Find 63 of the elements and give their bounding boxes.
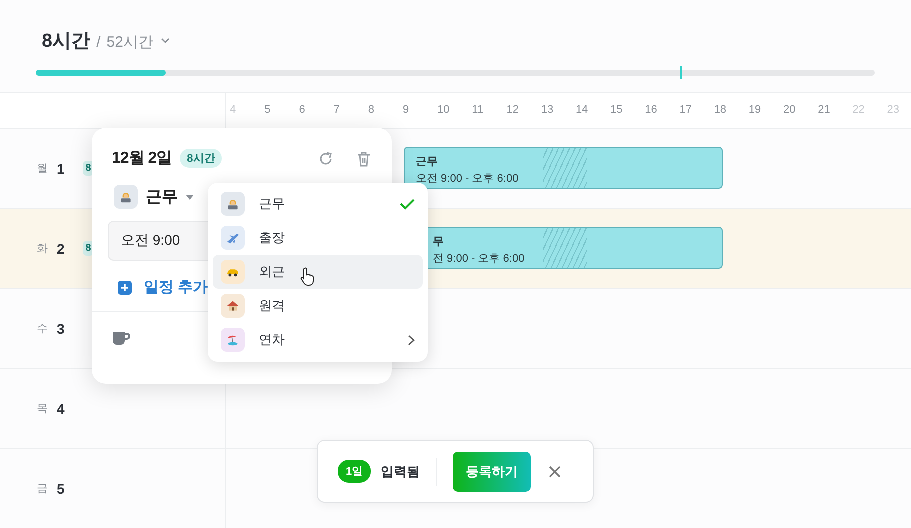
event-time: 오전 9:00 - 오후 6:00: [416, 172, 519, 186]
date-label: 5: [57, 480, 65, 496]
hour-label: 11: [471, 103, 485, 118]
menu-item[interactable]: 외근: [213, 255, 423, 289]
airplane-icon: [221, 226, 245, 250]
weekday-label: 수: [37, 322, 48, 336]
hour-label: 16: [644, 103, 658, 118]
hour-label: 23: [886, 103, 901, 118]
popover-date: 12월 2일: [112, 149, 172, 169]
date-label: 2: [57, 240, 65, 256]
hour-label: 4: [229, 103, 238, 118]
hour-label: 17: [678, 103, 693, 118]
hand-cursor-icon: [300, 267, 316, 287]
hour-label: 5: [264, 103, 272, 118]
hour-label: 10: [436, 103, 451, 118]
count-badge: 1일: [338, 460, 372, 483]
date-label: 4: [57, 400, 65, 416]
close-icon[interactable]: [549, 466, 562, 478]
hour-label: 9: [402, 103, 410, 118]
menu-item[interactable]: 원격: [213, 289, 423, 323]
hour-label: 6: [298, 103, 306, 118]
weekday-label: 목: [37, 402, 48, 416]
event-block[interactable]: 근무 오전 9:00 - 오후 6:00: [404, 147, 723, 189]
type-selector[interactable]: 근무: [114, 185, 194, 209]
hour-label: 14: [574, 103, 590, 118]
beach-icon: [221, 328, 245, 352]
plus-icon: [118, 280, 132, 294]
hatched-area: [543, 148, 587, 188]
hour-label: 7: [332, 103, 341, 118]
date-label: 3: [57, 320, 65, 336]
caret-icon: [186, 194, 194, 200]
weekday-label: 월: [37, 162, 48, 176]
menu-item[interactable]: 연차: [213, 323, 423, 357]
status-text: 입력됨: [381, 462, 420, 480]
hour-label: 15: [610, 103, 624, 118]
chevron-down-icon[interactable]: [161, 38, 170, 44]
hour-label: 22: [852, 103, 866, 118]
hour-label: 13: [540, 103, 555, 118]
hour-label: 18: [713, 103, 728, 118]
weekday-label: 금: [37, 482, 48, 496]
house-icon: [221, 294, 245, 318]
date-label: 1: [57, 160, 65, 176]
current-marker: [680, 66, 682, 79]
worker-icon: [221, 192, 245, 216]
cup-icon[interactable]: [112, 330, 130, 346]
hour-label: 8: [367, 103, 376, 118]
event-title: 무: [433, 235, 445, 249]
separator: /: [96, 34, 101, 51]
hatched-area: [543, 228, 587, 268]
car-icon: [221, 260, 245, 284]
hour-label: 21: [817, 103, 832, 118]
trash-icon[interactable]: [356, 150, 372, 166]
total-hours: 52시간: [106, 33, 154, 52]
hour-label: 19: [748, 103, 762, 118]
event-title: 근무: [416, 155, 439, 169]
worked-hours: 8시간: [42, 30, 91, 54]
hour-label: 20: [782, 103, 797, 118]
hours-badge: 8시간: [180, 149, 222, 168]
worker-icon: [114, 185, 138, 209]
refresh-icon[interactable]: [318, 150, 334, 166]
hour-label: 12: [506, 103, 520, 118]
weekday-label: 화: [37, 242, 48, 256]
event-time: 전 9:00 - 오후 6:00: [433, 252, 525, 266]
